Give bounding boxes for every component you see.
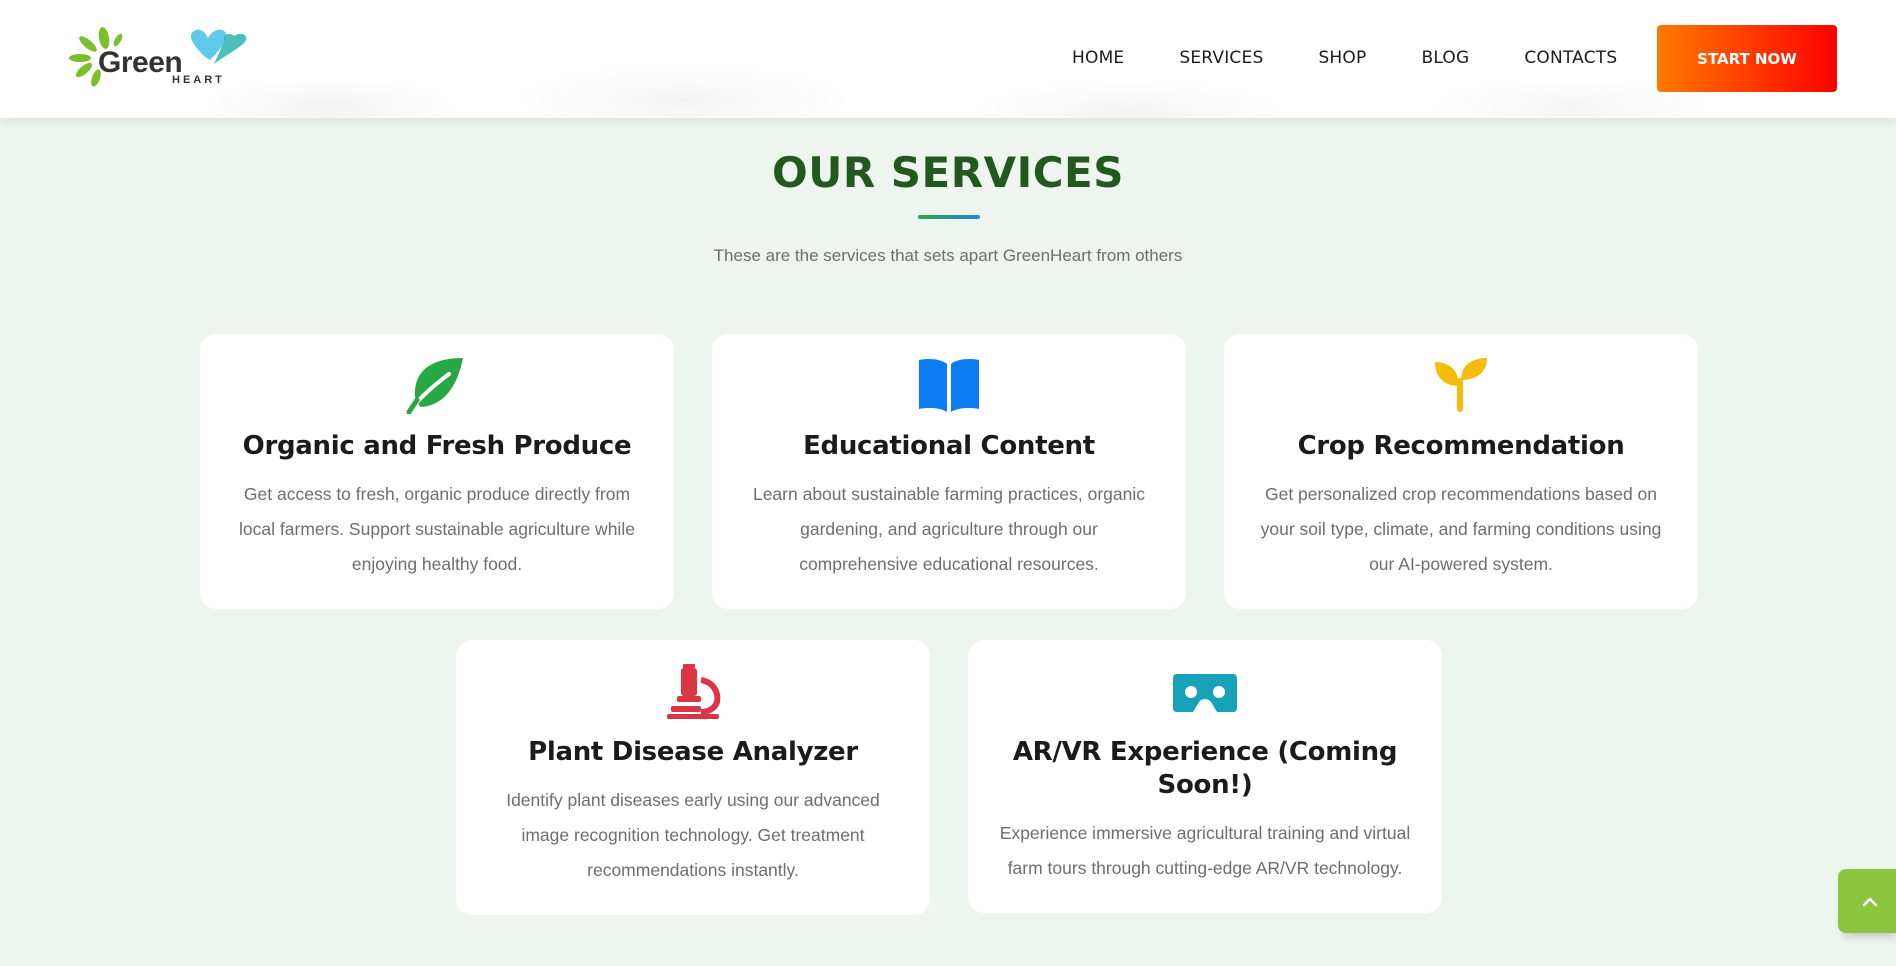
nav-blog[interactable]: BLOG [1421,48,1469,68]
site-header: Green HEART HOME SERVICES SHOP BLOG CONT… [0,0,1896,118]
seedling-icon [1435,358,1487,412]
nav-shop[interactable]: SHOP [1318,48,1366,68]
title-underline [918,215,980,219]
service-title: Crop Recommendation [1297,431,1625,461]
service-card-organic: Organic and Fresh Produce Get access to … [200,334,674,609]
service-description: Identify plant diseases early using our … [506,790,880,880]
chevron-up-icon [1862,897,1878,907]
logo-subtext: HEART [172,74,225,86]
logo-wordmark: Green [98,46,183,79]
nav-contacts[interactable]: CONTACTS [1524,48,1617,68]
main-nav: HOME SERVICES SHOP BLOG CONTACTS [1072,48,1617,68]
service-title: AR/VR Experience (Coming Soon!) [1012,737,1398,800]
service-description: Learn about sustainable farming practice… [752,484,1146,574]
service-title: Plant Disease Analyzer [528,737,858,767]
start-now-button[interactable]: START NOW [1657,25,1837,92]
section-subtitle: These are the services that sets apart G… [713,246,1183,265]
service-description: Get access to fresh, organic produce dir… [239,484,635,574]
service-description: Get personalized crop recommendations ba… [1260,484,1662,574]
service-title: Educational Content [803,431,1095,461]
section-title: OUR SERVICES [772,148,1124,197]
service-card-crop: Crop Recommendation Get personalized cro… [1224,334,1698,609]
logo[interactable]: Green HEART [64,26,254,88]
leaf-icon [406,358,463,414]
back-to-top-button[interactable] [1838,869,1896,933]
service-description: Experience immersive agricultural traini… [999,823,1411,878]
nav-home[interactable]: HOME [1072,48,1124,68]
service-title: Organic and Fresh Produce [242,431,632,461]
book-icon [919,359,979,412]
service-card-education: Educational Content Learn about sustaina… [712,334,1186,609]
microscope-icon [667,664,721,719]
service-card-arvr: AR/VR Experience (Coming Soon!) Experien… [968,640,1442,913]
service-card-disease: Plant Disease Analyzer Identify plant di… [456,640,930,915]
nav-services[interactable]: SERVICES [1179,48,1263,68]
vr-headset-icon [1173,674,1237,712]
